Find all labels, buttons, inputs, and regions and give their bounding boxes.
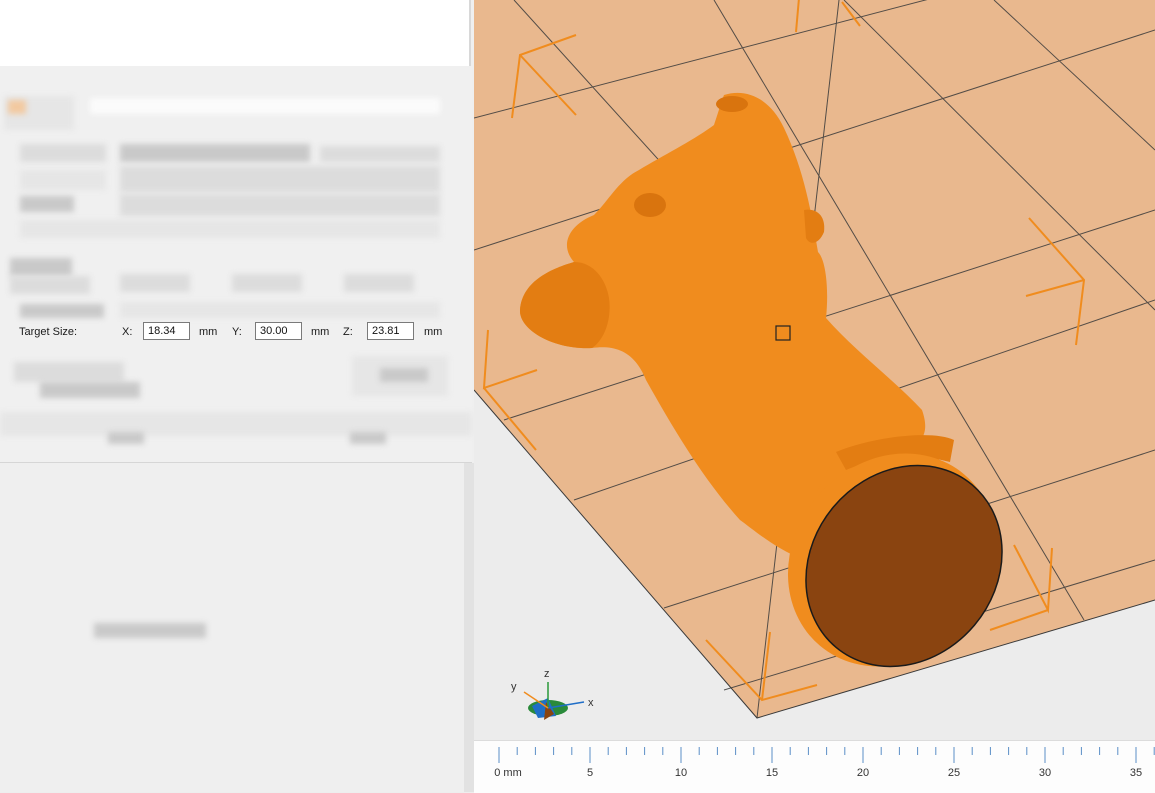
3d-viewport[interactable]: z x y — [474, 0, 1155, 792]
obscured-label — [10, 276, 90, 294]
target-z-input[interactable] — [367, 322, 414, 340]
left-scrollbar[interactable] — [464, 463, 474, 792]
scale-dialog: Target Size: X: mm Y: mm Z: mm — [0, 66, 472, 463]
ruler-label-5: 5 — [586, 767, 594, 779]
obscured-row — [0, 412, 472, 436]
obscured-text — [94, 623, 206, 638]
target-y-input[interactable] — [255, 322, 302, 340]
z-label: Z: — [343, 326, 353, 338]
obscured-tab — [350, 432, 386, 444]
axis-x-label: x — [588, 697, 594, 709]
obscured-text — [120, 194, 440, 216]
z-unit: mm — [424, 326, 443, 338]
ruler-ticks — [498, 747, 1155, 763]
obscured-option — [40, 382, 140, 398]
target-size-row: Target Size: X: mm Y: mm Z: mm — [0, 318, 472, 346]
panel-divider — [469, 0, 471, 66]
ruler-label-35: 35 — [1129, 767, 1143, 779]
axis-z-label: z — [544, 668, 550, 680]
axis-gizmo — [523, 682, 585, 720]
obscured-field — [90, 98, 440, 114]
obscured-field — [232, 274, 302, 292]
ruler-label-0: 0 mm — [494, 767, 522, 779]
x-unit: mm — [199, 326, 218, 338]
obscured-text — [320, 146, 440, 162]
viewport-canvas — [474, 0, 1155, 720]
obscured-label — [20, 144, 106, 162]
obscured-label — [20, 170, 106, 190]
obscured-text — [120, 144, 310, 162]
ruler-label-15: 15 — [765, 767, 779, 779]
y-unit: mm — [311, 326, 330, 338]
ruler-label-10: 10 — [674, 767, 688, 779]
object-list-area — [0, 463, 464, 792]
obscured-option — [14, 362, 124, 382]
obscured-row — [20, 220, 440, 238]
ruler-label-25: 25 — [947, 767, 961, 779]
target-x-input[interactable] — [143, 322, 190, 340]
left-top-area — [0, 0, 470, 66]
obscured-label — [20, 196, 74, 212]
ruler-label-20: 20 — [856, 767, 870, 779]
obscured-tab — [108, 432, 144, 444]
obscured-icon — [8, 100, 26, 114]
obscured-field — [344, 274, 414, 292]
x-label: X: — [122, 326, 133, 338]
axis-y-label: y — [511, 681, 517, 693]
obscured-label — [20, 304, 104, 318]
obscured-label — [10, 258, 72, 276]
target-size-label: Target Size: — [19, 326, 78, 338]
measurement-ruler: 0 mm 5 10 15 20 25 30 35 — [474, 740, 1155, 793]
ruler-label-30: 30 — [1038, 767, 1052, 779]
obscured-button-text — [380, 368, 428, 382]
obscured-row — [120, 302, 440, 318]
left-panel: Target Size: X: mm Y: mm Z: mm — [0, 0, 474, 792]
y-label: Y: — [232, 326, 242, 338]
obscured-text — [120, 166, 440, 192]
obscured-field — [120, 274, 190, 292]
